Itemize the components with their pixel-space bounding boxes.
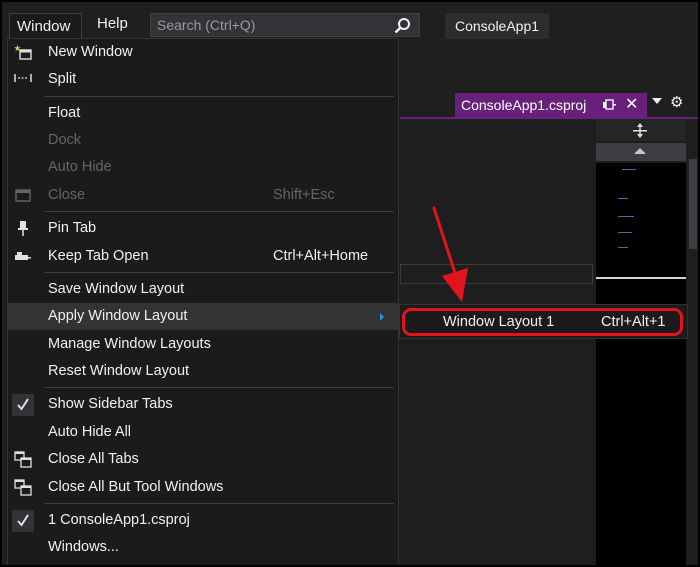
menu-item-save-window-layout[interactable]: Save Window Layout bbox=[8, 276, 398, 303]
keep-open-icon bbox=[14, 248, 32, 265]
document-tab[interactable]: ConsoleApp1.csproj ✕ bbox=[455, 93, 647, 117]
menu-item-label: Auto Hide All bbox=[48, 424, 132, 440]
menu-item-label: Close All But Tool Windows bbox=[48, 479, 224, 495]
solution-title: ConsoleApp1 bbox=[445, 13, 549, 39]
menu-item-label: Split bbox=[48, 71, 77, 87]
scrollbar-thumb[interactable] bbox=[689, 159, 697, 249]
checkmark-icon bbox=[14, 512, 32, 529]
map-code-line bbox=[618, 247, 628, 248]
menu-item-apply-window-layout[interactable]: Apply Window Layout bbox=[8, 303, 398, 330]
menu-item-close-all-tabs[interactable]: Close All Tabs bbox=[8, 446, 398, 473]
menu-item-auto-hide[interactable]: Auto Hide bbox=[8, 154, 398, 181]
close-window-icon bbox=[14, 187, 32, 204]
menu-window[interactable]: Window bbox=[9, 13, 82, 41]
window-layout-1-shortcut: Ctrl+Alt+1 bbox=[601, 314, 666, 330]
menu-item-manage-window-layouts[interactable]: Manage Window Layouts bbox=[8, 331, 398, 358]
menu-item-label: Auto Hide bbox=[48, 159, 112, 175]
menu-item-split[interactable]: Split bbox=[8, 66, 398, 93]
editor-split-handle[interactable] bbox=[596, 119, 686, 141]
search-box[interactable]: Search (Ctrl+Q) bbox=[150, 13, 420, 37]
menu-item-label: Close bbox=[48, 187, 86, 203]
split-handle-icon bbox=[633, 123, 647, 138]
search-placeholder: Search (Ctrl+Q) bbox=[157, 17, 256, 33]
menu-separator bbox=[44, 503, 394, 504]
tab-dropdown-icon[interactable] bbox=[652, 98, 662, 104]
gear-icon[interactable]: ⚙ bbox=[670, 93, 683, 111]
menu-separator bbox=[44, 387, 394, 388]
window-menu-dropdown: New Window Split Float Dock Auto Hide Close Sh… bbox=[7, 38, 399, 565]
map-view-indicator[interactable] bbox=[596, 277, 686, 279]
code-editor[interactable] bbox=[400, 119, 596, 565]
menu-item-show-sidebar-tabs[interactable]: Show Sidebar Tabs bbox=[8, 391, 398, 418]
pin-tab-icon[interactable] bbox=[603, 99, 616, 111]
map-code-line bbox=[618, 198, 628, 199]
vertical-scrollbar[interactable] bbox=[686, 119, 698, 565]
menu-separator bbox=[44, 211, 394, 212]
menu-help-label: Help bbox=[97, 15, 128, 32]
menu-item-label: New Window bbox=[48, 44, 133, 60]
menu-help[interactable]: Help bbox=[90, 12, 135, 36]
code-map[interactable] bbox=[596, 163, 686, 565]
menu-item-windows[interactable]: Windows... bbox=[8, 534, 398, 561]
split-icon bbox=[14, 71, 32, 88]
close-tab-icon[interactable]: ✕ bbox=[625, 93, 638, 117]
menu-item-label: Apply Window Layout bbox=[48, 308, 188, 324]
checkmark-icon bbox=[14, 396, 32, 413]
scroll-up-arrow-icon bbox=[634, 148, 646, 154]
new-window-icon bbox=[14, 44, 32, 61]
menu-item-label: Float bbox=[48, 105, 81, 121]
menu-item-shortcut: Ctrl+Alt+Home bbox=[273, 248, 369, 264]
menu-bar: Window Help Search (Ctrl+Q) ConsoleApp1 bbox=[4, 4, 698, 41]
menu-item-label: Dock bbox=[48, 132, 82, 148]
menu-item-label: Close All Tabs bbox=[48, 451, 139, 467]
menu-item-label: Pin Tab bbox=[48, 220, 97, 236]
search-icon[interactable] bbox=[394, 17, 411, 34]
menu-item-label: Keep Tab Open bbox=[48, 248, 149, 264]
menu-item-float[interactable]: Float bbox=[8, 100, 398, 127]
close-all-icon bbox=[14, 479, 32, 496]
map-code-line bbox=[622, 169, 636, 170]
menu-item-pin-tab[interactable]: Pin Tab bbox=[8, 215, 398, 242]
window-layout-1-item[interactable]: Window Layout 1 Ctrl+Alt+1 bbox=[402, 308, 683, 336]
pin-icon bbox=[14, 220, 32, 237]
map-code-line bbox=[618, 216, 634, 217]
menu-item-keep-tab-open[interactable]: Keep Tab Open Ctrl+Alt+Home bbox=[8, 243, 398, 270]
submenu-arrow-icon bbox=[380, 313, 384, 321]
menu-item-close[interactable]: Close Shift+Esc bbox=[8, 182, 398, 209]
map-code-line bbox=[618, 232, 632, 233]
menu-item-reset-window-layout[interactable]: Reset Window Layout bbox=[8, 358, 398, 385]
menu-item-new-window[interactable]: New Window bbox=[8, 39, 398, 66]
menu-item-label: 1 ConsoleApp1.csproj bbox=[48, 512, 190, 528]
document-tab-strip: ConsoleApp1.csproj ✕ ⚙ bbox=[400, 90, 698, 118]
menu-item-shortcut: Shift+Esc bbox=[273, 187, 335, 203]
scroll-up-button[interactable] bbox=[596, 143, 686, 161]
menu-item-1-consoleapp1-csproj[interactable]: 1 ConsoleApp1.csproj bbox=[8, 507, 398, 534]
menu-item-label: Save Window Layout bbox=[48, 281, 185, 297]
close-all-icon bbox=[14, 451, 32, 468]
menu-item-label: Manage Window Layouts bbox=[48, 336, 211, 352]
menu-item-label: Reset Window Layout bbox=[48, 363, 190, 379]
menu-item-auto-hide-all[interactable]: Auto Hide All bbox=[8, 419, 398, 446]
window-layout-1-label: Window Layout 1 bbox=[443, 314, 555, 330]
menu-separator bbox=[44, 96, 394, 97]
menu-item-label: Windows... bbox=[48, 539, 119, 555]
menu-item-label: Show Sidebar Tabs bbox=[48, 396, 173, 412]
menu-window-label: Window bbox=[17, 18, 71, 35]
menu-item-dock[interactable]: Dock bbox=[8, 127, 398, 154]
vs-window: ConsoleApp1.csproj ✕ ⚙ Window Help Searc… bbox=[0, 0, 700, 567]
map-scrollbar[interactable] bbox=[596, 119, 686, 565]
menu-separator bbox=[44, 272, 394, 273]
document-tab-label: ConsoleApp1.csproj bbox=[461, 97, 587, 113]
menu-item-close-all-but-tool-windows[interactable]: Close All But Tool Windows bbox=[8, 474, 398, 501]
annotation-arrow-icon bbox=[432, 206, 468, 302]
